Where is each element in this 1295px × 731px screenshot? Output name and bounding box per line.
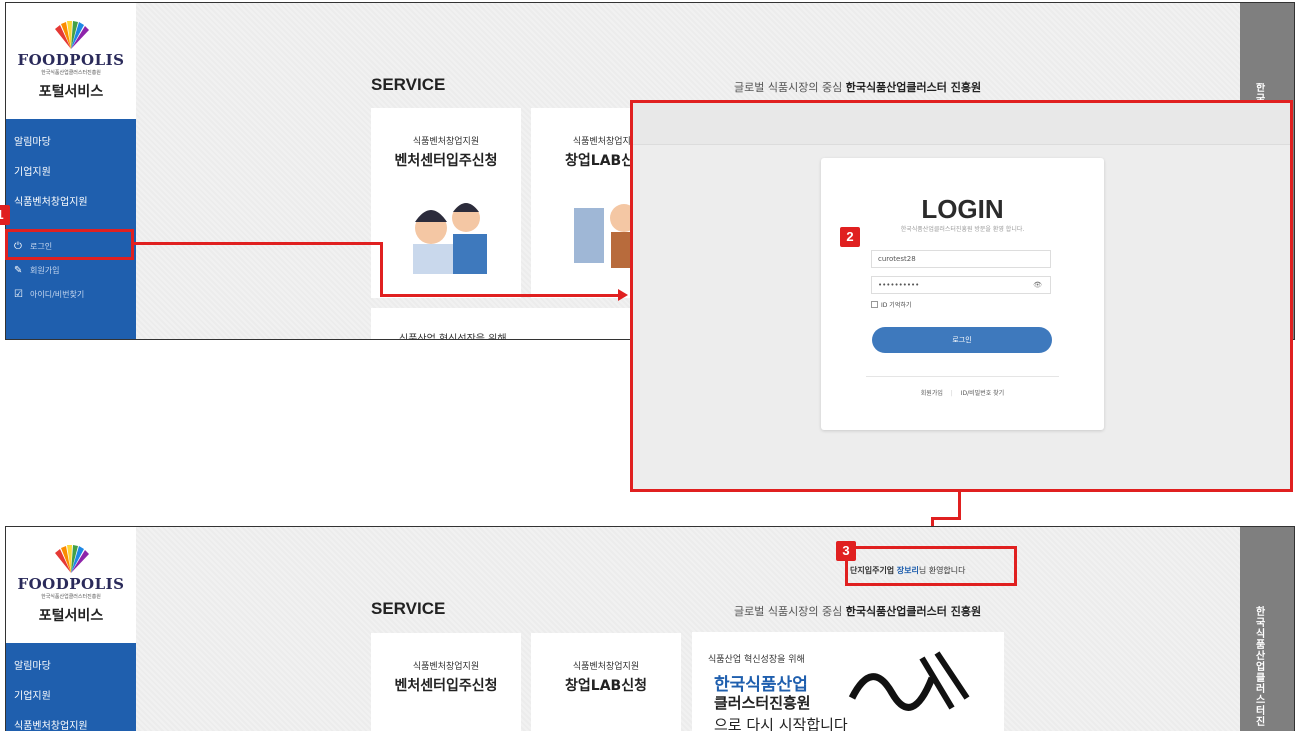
logo[interactable]: FOODPOLIS 한국식품산업클러스터진흥원 포털서비스: [6, 3, 136, 119]
connector-line: [380, 242, 383, 297]
partial-card-text: 식품산업 혁신성장을 위해: [399, 334, 507, 340]
banner-line-3: 클러스터진흥원: [714, 694, 811, 712]
login-subtitle: 한국식품산업클러스터진흥원 방문을 환영 합니다.: [900, 226, 1025, 233]
foodpolis-logo-icon: [55, 21, 89, 49]
meeting-illustration: [413, 203, 487, 274]
edit-icon: ☑: [14, 288, 23, 300]
portal-title: 포털서비스: [38, 608, 104, 624]
login-popup: LOGIN 한국식품산업클러스터진흥원 방문을 환영 합니다. curotest…: [630, 100, 1293, 492]
sidebar-item-support[interactable]: 기업지원: [14, 163, 51, 178]
step-badge-2: 2: [840, 227, 860, 247]
sidebar: FOODPOLIS 한국식품산업클러스터진흥원 포털서비스 알림마당 기업지원 …: [6, 527, 136, 731]
bottom-screen: FOODPOLIS 한국식품산업클러스터진흥원 포털서비스 알림마당 기업지원 …: [5, 526, 1295, 731]
calligraphy-graphic: [848, 651, 970, 711]
sidebar-menu: 알림마당 기업지원 식품벤처창업지원: [6, 643, 136, 731]
service-title: SERVICE: [371, 599, 446, 618]
card-title: 벤처센터입주신청: [394, 678, 498, 694]
tutorial-figure: FOODPOLIS 한국식품산업클러스터진흥원 포털서비스 알림마당 기업지원 …: [0, 0, 1295, 731]
logo[interactable]: FOODPOLIS 한국식품산업클러스터진흥원 포털서비스: [6, 527, 136, 643]
connector-line: [133, 242, 383, 245]
sidebar-item-notice[interactable]: 알림마당: [14, 657, 51, 672]
id-input[interactable]: curotest28: [871, 250, 1051, 268]
sidebar: FOODPOLIS 한국식품산업클러스터진흥원 포털서비스 알림마당 기업지원 …: [6, 3, 136, 339]
welcome-message: 단지입주기업 장보리님 환영합니다: [850, 565, 966, 576]
tagline: 글로벌 식품시장의 중심 한국식품산업클러스터 진흥원: [734, 79, 981, 95]
right-strip: 한국식품산업클러스터진: [1240, 527, 1294, 731]
step-badge-3: 3: [836, 541, 856, 561]
card-venture-center[interactable]: 식품벤처창업지원 벤처센터입주신청: [371, 633, 521, 731]
find-id-password-link[interactable]: ID/비밀번호 찾기: [961, 390, 1004, 397]
tagline-prefix: 글로벌 식품시장의 중심: [734, 605, 843, 618]
tagline-prefix: 글로벌 식품시장의 중심: [734, 81, 843, 94]
welcome-name: 장보리: [896, 566, 919, 575]
tagline-bold: 한국식품산업클러스터 진흥원: [845, 81, 982, 94]
sidebar-signup-link[interactable]: ✎ 회원가입: [14, 265, 59, 276]
login-button[interactable]: 로그인: [872, 327, 1052, 353]
logo-wordmark: FOODPOLIS: [17, 51, 125, 69]
foodpolis-logo-icon: [55, 545, 89, 573]
login-links: 회원가입 | ID/비밀번호 찾기: [821, 388, 1104, 397]
service-title: SERVICE: [371, 75, 446, 94]
tagline: 글로벌 식품시장의 중심 한국식품산업클러스터 진흥원: [734, 603, 981, 619]
eye-icon[interactable]: 👁: [1033, 277, 1042, 293]
signup-link[interactable]: 회원가입: [921, 390, 943, 397]
sidebar-signup-label: 회원가입: [30, 266, 60, 275]
sidebar-find-link[interactable]: ☑ 아이디/비번찾기: [14, 289, 84, 300]
password-value: ••••••••••: [878, 281, 920, 289]
checkbox-icon: [871, 301, 878, 308]
sidebar-find-label: 아이디/비번찾기: [30, 290, 85, 299]
arrow-right-icon: [618, 289, 628, 301]
tagline-bold: 한국식품산업클러스터 진흥원: [845, 605, 982, 618]
logo-subtext: 한국식품산업클러스터진흥원: [41, 594, 101, 600]
card-subtitle: 식품벤처창업지원: [572, 662, 640, 672]
password-input[interactable]: •••••••••• 👁: [871, 276, 1051, 294]
login-title: LOGIN: [921, 194, 1004, 224]
sidebar-item-support[interactable]: 기업지원: [14, 687, 51, 702]
card-venture-center[interactable]: 식품벤처창업지원 벤처센터입주신청: [371, 108, 521, 298]
remember-id-label: ID 기억하기: [881, 302, 912, 309]
card-title: 창업LAB신청: [565, 678, 647, 694]
connector-line: [380, 294, 620, 297]
logo-wordmark: FOODPOLIS: [17, 575, 125, 593]
connector-line: [958, 492, 961, 520]
right-strip-text: 한국식품산업클러스터진: [1256, 607, 1266, 728]
welcome-prefix: 단지입주기업: [850, 566, 895, 575]
divider: [866, 376, 1059, 377]
logo-subtext: 한국식품산업클러스터진흥원: [41, 70, 101, 76]
card-subtitle: 식품벤처창업지원: [412, 137, 480, 147]
sidebar-item-venture[interactable]: 식품벤처창업지원: [14, 717, 88, 731]
card-subtitle: 식품벤처창업지원: [412, 662, 480, 672]
welcome-suffix: 님 환영합니다: [918, 566, 966, 575]
sidebar-item-venture[interactable]: 식품벤처창업지원: [14, 193, 88, 208]
card-title: 벤처센터입주신청: [394, 153, 498, 169]
connector-line: [931, 517, 961, 520]
highlight-login-menu: [5, 229, 134, 260]
portal-title: 포털서비스: [38, 84, 104, 100]
login-card: LOGIN 한국식품산업클러스터진흥원 방문을 환영 합니다. curotest…: [821, 158, 1104, 430]
banner-line-1: 식품산업 혁신성장을 위해: [708, 655, 805, 665]
pencil-icon: ✎: [14, 264, 23, 276]
banner-line-4: 으로 다시 시작합니다: [714, 716, 848, 731]
remember-id-checkbox[interactable]: ID 기억하기: [871, 300, 911, 309]
main-area: [136, 527, 1240, 731]
link-separator: |: [950, 390, 953, 397]
step-badge-1: 1: [0, 205, 10, 225]
popup-topbar: [633, 103, 1290, 145]
promo-banner[interactable]: 식품산업 혁신성장을 위해 한국식품산업 클러스터진흥원 으로 다시 시작합니다: [692, 632, 1004, 731]
sidebar-item-notice[interactable]: 알림마당: [14, 133, 51, 148]
card-startup-lab[interactable]: 식품벤처창업지원 창업LAB신청: [531, 633, 681, 731]
